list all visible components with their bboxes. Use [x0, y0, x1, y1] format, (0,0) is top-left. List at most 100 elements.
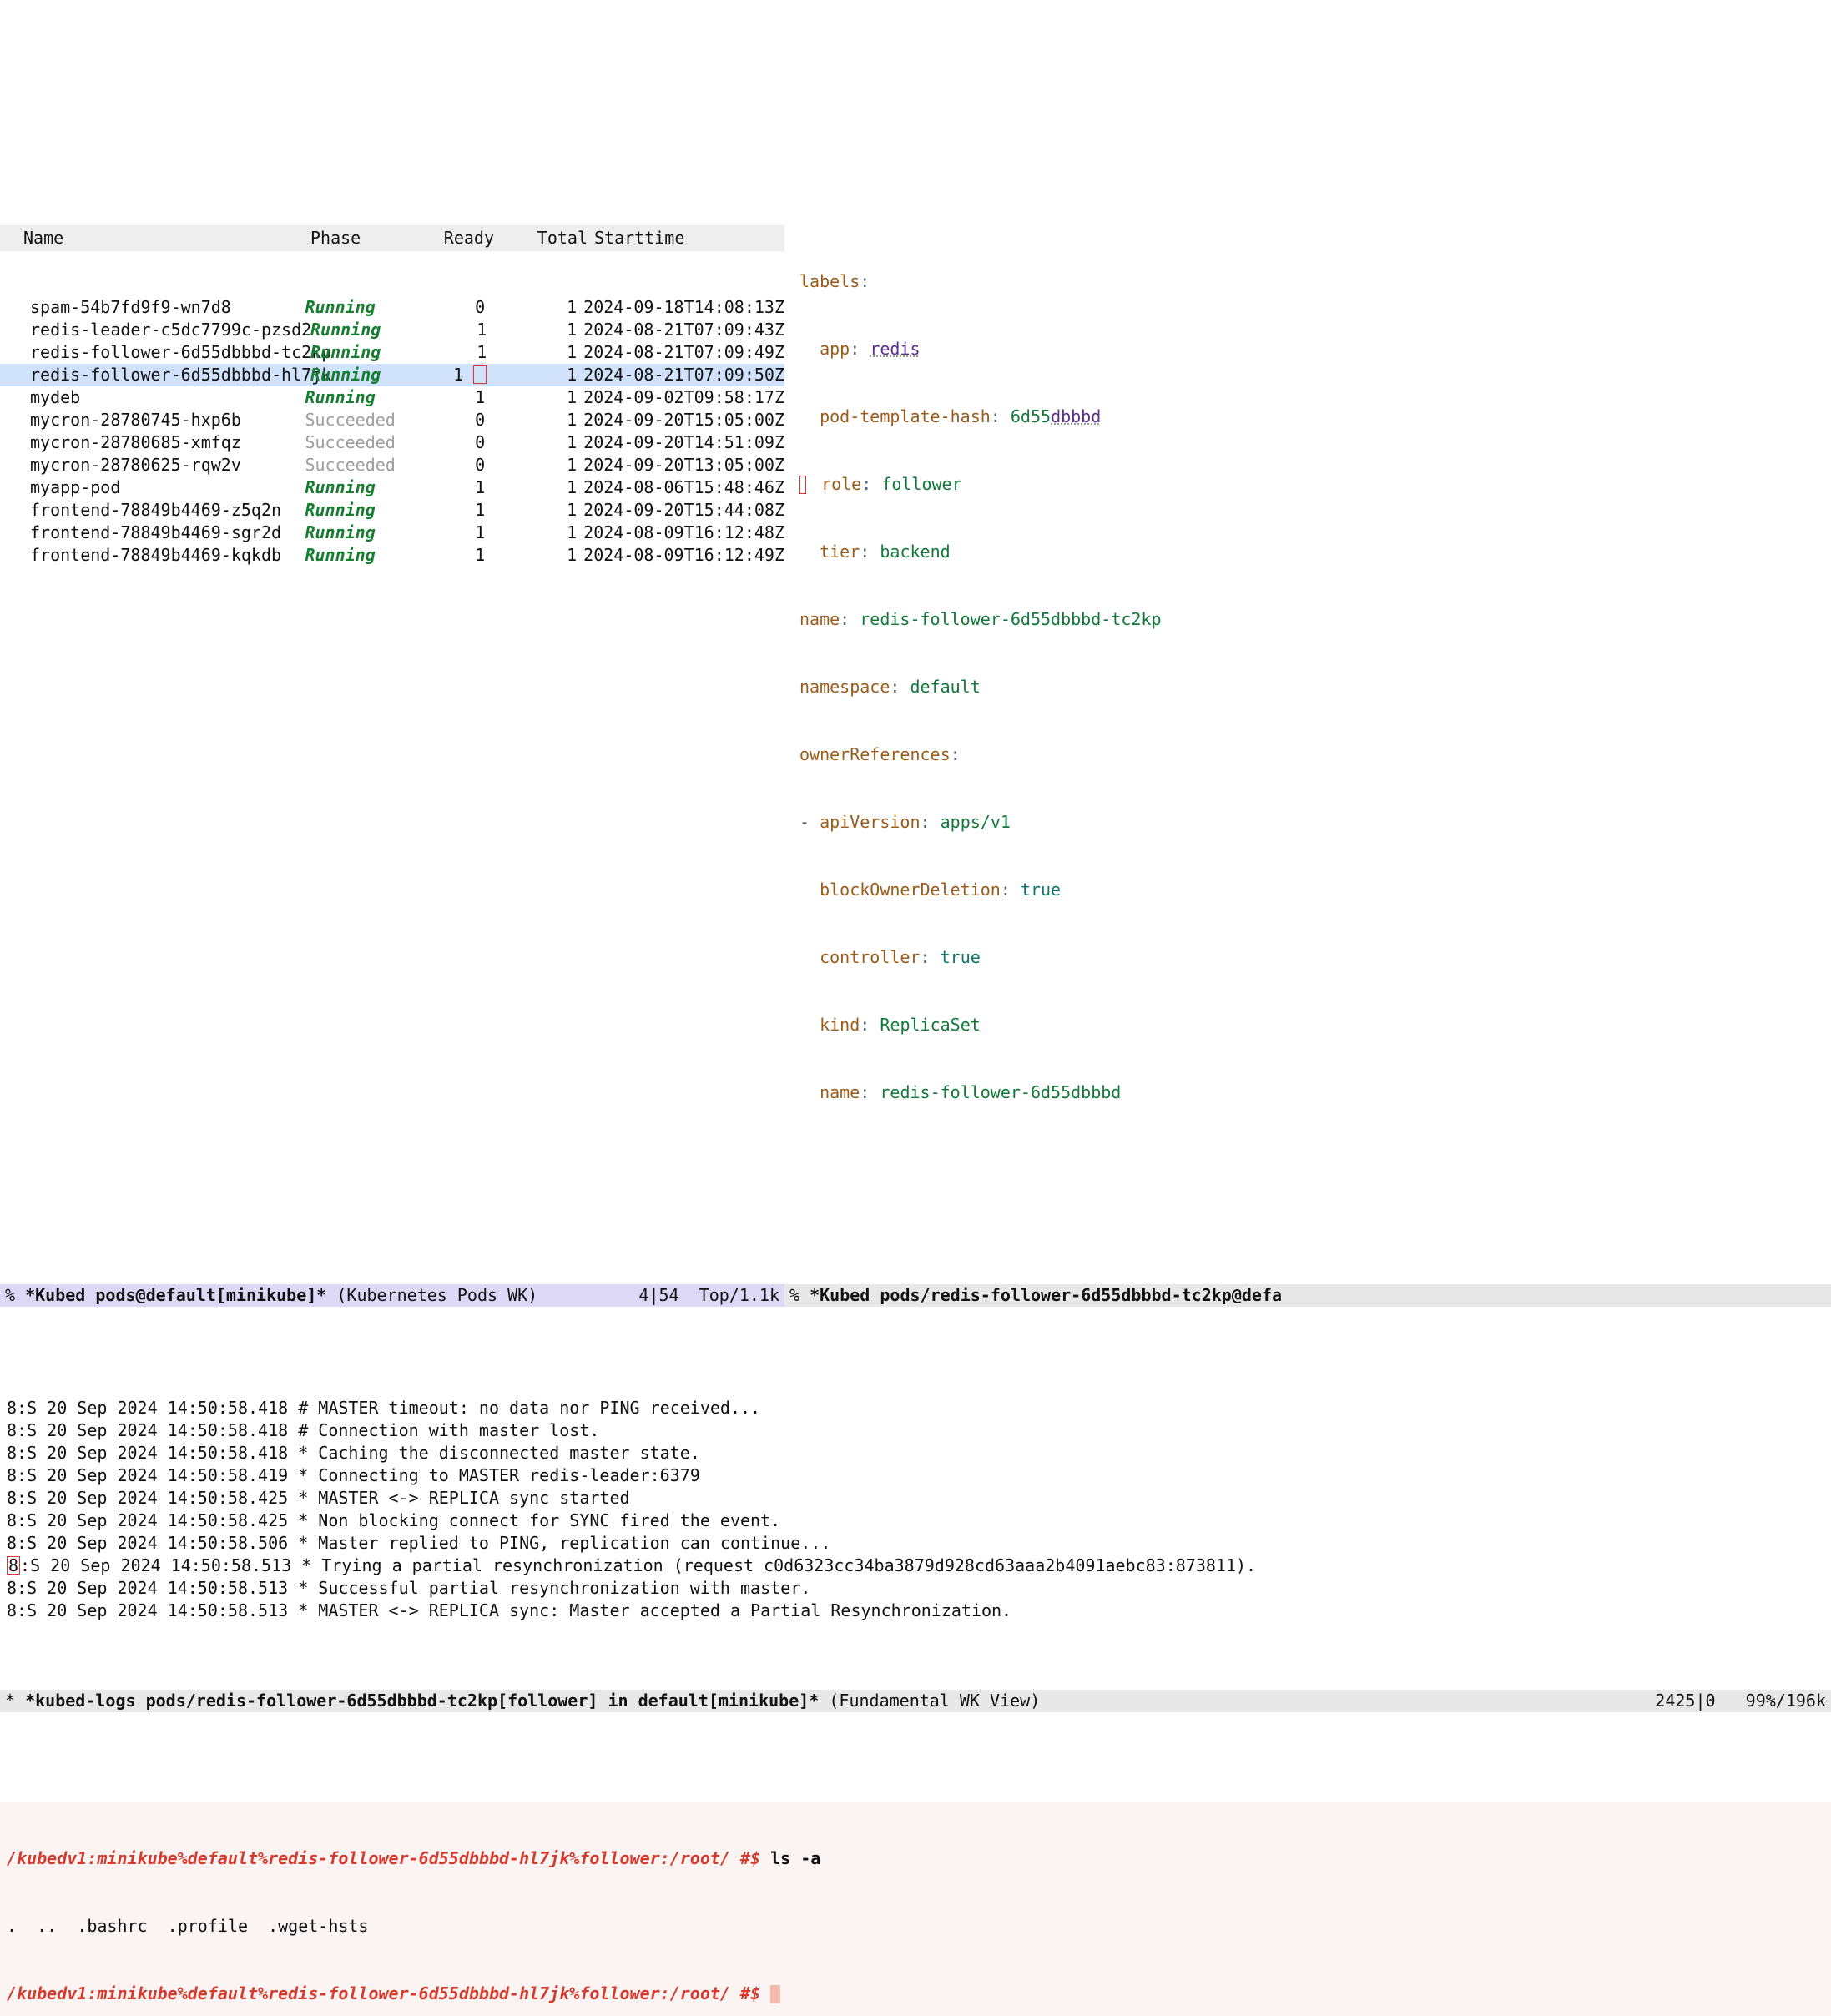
- modeline-pods-prefix: %: [5, 1285, 25, 1305]
- log-line: 8:S 20 Sep 2024 14:50:58.419 * Connectin…: [7, 1464, 1824, 1487]
- modeline-logs-right: 2425|0 99%/196k: [1655, 1690, 1826, 1712]
- pod-name: redis-leader-c5dc7799c-pzsd2: [0, 319, 310, 341]
- modeline-pods-right: 4|54 Top/1.1k: [638, 1284, 779, 1307]
- modeline-details-title: *Kubed pods/redis-follower-6d55dbbbd-tc2…: [810, 1285, 1282, 1305]
- pod-ready: 1: [420, 499, 493, 522]
- yaml-dash: -: [799, 812, 820, 832]
- yaml-tier-key: tier: [820, 542, 860, 562]
- shell-command: ls -a: [770, 1848, 820, 1868]
- pod-phase: Running: [305, 499, 419, 522]
- pod-ready: 1: [420, 386, 493, 409]
- pod-phase: Running: [305, 386, 419, 409]
- pod-name: mydeb: [0, 386, 305, 409]
- pod-name: frontend-78849b4469-sgr2d: [0, 522, 305, 544]
- pod-ready: 0: [420, 296, 493, 319]
- pod-total: 1: [495, 364, 583, 386]
- pod-name: redis-follower-6d55dbbbd-hl7jk: [0, 364, 310, 386]
- shell-prompt-1: /kubedv1:minikube%default%redis-follower…: [7, 1848, 770, 1868]
- pod-ready: 1: [422, 341, 495, 364]
- table-row[interactable]: frontend-78849b4469-sgr2dRunning112024-0…: [0, 522, 784, 544]
- pod-ready: 1: [420, 522, 493, 544]
- log-line: 8:S 20 Sep 2024 14:50:58.513 * Trying a …: [7, 1555, 1824, 1577]
- pod-ready: 1: [420, 544, 493, 567]
- yaml-app-val: redis: [870, 339, 920, 359]
- yaml-pth-key: pod-template-hash: [820, 406, 991, 426]
- header-total: Total: [502, 227, 594, 249]
- pod-ready: 1: [422, 364, 495, 386]
- details-pane: labels: app: redis pod-template-hash: 6d…: [784, 180, 1831, 1194]
- pod-phase: Succeeded: [305, 454, 419, 476]
- pod-phase: Running: [310, 341, 422, 364]
- yaml-bod-key: blockOwnerDeletion: [820, 879, 1001, 900]
- modeline-logs-paren: (Fundamental WK View): [829, 1691, 1040, 1711]
- table-row[interactable]: myapp-podRunning112024-08-06T15:48:46Z: [0, 476, 784, 499]
- modeline-pods-title: *Kubed pods@default[minikube]*: [25, 1285, 326, 1305]
- pod-phase: Running: [305, 522, 419, 544]
- pod-start: 2024-08-06T15:48:46Z: [583, 476, 784, 499]
- pod-ready: 0: [420, 454, 493, 476]
- modeline-pods-paren: (Kubernetes Pods WK): [336, 1285, 537, 1305]
- table-row[interactable]: frontend-78849b4469-z5q2nRunning112024-0…: [0, 499, 784, 522]
- yaml-role-val: follower: [881, 474, 961, 494]
- pod-start: 2024-09-02T09:58:17Z: [583, 386, 784, 409]
- pod-name: redis-follower-6d55dbbbd-tc2kp: [0, 341, 310, 364]
- table-row[interactable]: mycron-28780625-rqw2vSucceeded012024-09-…: [0, 454, 784, 476]
- yaml-pth-val: 6d55: [1011, 406, 1051, 426]
- modeline-details-prefix: %: [789, 1285, 810, 1305]
- pod-phase: Succeeded: [305, 431, 419, 454]
- pod-total: 1: [495, 341, 583, 364]
- pod-phase: Running: [305, 476, 419, 499]
- shell-pane[interactable]: /kubedv1:minikube%default%redis-follower…: [0, 1802, 1831, 2016]
- shell-output: . .. .bashrc .profile .wget-hsts: [7, 1915, 1824, 1938]
- pod-name: mycron-28780745-hxp6b: [0, 409, 305, 431]
- pod-total: 1: [495, 319, 583, 341]
- pod-ready: 0: [420, 409, 493, 431]
- pod-ready: 1: [420, 476, 493, 499]
- table-row[interactable]: frontend-78849b4469-kqkdbRunning112024-0…: [0, 544, 784, 567]
- yaml-name-key: name: [799, 609, 840, 629]
- pod-name: spam-54b7fd9f9-wn7d8: [0, 296, 305, 319]
- yaml-bod-val: true: [1021, 879, 1061, 900]
- logs-pane[interactable]: 8:S 20 Sep 2024 14:50:58.418 # MASTER ti…: [0, 1397, 1831, 1622]
- pod-phase: Running: [305, 296, 419, 319]
- yaml-ns-val: default: [910, 677, 980, 697]
- cursor-pods-pane: [473, 365, 487, 384]
- pod-total: 1: [493, 499, 583, 522]
- yaml-role-key: role: [821, 474, 861, 494]
- modeline-details: % *Kubed pods/redis-follower-6d55dbbbd-t…: [784, 1284, 1831, 1307]
- pod-start: 2024-09-20T15:44:08Z: [583, 499, 784, 522]
- table-row[interactable]: mycron-28780745-hxp6bSucceeded012024-09-…: [0, 409, 784, 431]
- pod-start: 2024-09-20T14:51:09Z: [583, 431, 784, 454]
- log-line: 8:S 20 Sep 2024 14:50:58.425 * MASTER <-…: [7, 1487, 1824, 1509]
- header-ready: Ready: [427, 227, 502, 249]
- pod-total: 1: [493, 544, 583, 567]
- header-start: Starttime: [594, 227, 784, 249]
- pod-name: myapp-pod: [0, 476, 305, 499]
- table-row[interactable]: mycron-28780685-xmfqzSucceeded012024-09-…: [0, 431, 784, 454]
- pod-phase: Running: [305, 544, 419, 567]
- pod-total: 1: [493, 386, 583, 409]
- pod-total: 1: [493, 409, 583, 431]
- table-row[interactable]: mydebRunning112024-09-02T09:58:17Z: [0, 386, 784, 409]
- yaml-kind-key: kind: [820, 1015, 860, 1035]
- yaml-labels-key: labels: [799, 271, 860, 291]
- modeline-logs: * *kubed-logs pods/redis-follower-6d55db…: [0, 1690, 1831, 1712]
- pod-phase: Running: [310, 364, 422, 386]
- pod-name: frontend-78849b4469-kqkdb: [0, 544, 305, 567]
- pod-total: 1: [493, 454, 583, 476]
- yaml-api-val: apps/v1: [941, 812, 1011, 832]
- pod-start: 2024-08-09T16:12:49Z: [583, 544, 784, 567]
- pod-name: mycron-28780685-xmfqz: [0, 431, 305, 454]
- pod-start: 2024-08-21T07:09:49Z: [583, 341, 784, 364]
- table-row[interactable]: redis-leader-c5dc7799c-pzsd2Running11202…: [0, 319, 784, 341]
- table-row[interactable]: redis-follower-6d55dbbbd-tc2kpRunning112…: [0, 341, 784, 364]
- pod-start: 2024-09-20T13:05:00Z: [583, 454, 784, 476]
- yaml-or-key: ownerReferences: [799, 744, 951, 764]
- log-line: 8:S 20 Sep 2024 14:50:58.513 * Successfu…: [7, 1577, 1824, 1600]
- table-row[interactable]: spam-54b7fd9f9-wn7d8Running012024-09-18T…: [0, 296, 784, 319]
- pod-start: 2024-09-18T14:08:13Z: [583, 296, 784, 319]
- table-header: Name Phase Ready Total Starttime: [0, 225, 784, 251]
- table-row[interactable]: redis-follower-6d55dbbbd-hl7jkRunning1 1…: [0, 364, 784, 386]
- pod-start: 2024-09-20T15:05:00Z: [583, 409, 784, 431]
- pod-total: 1: [493, 296, 583, 319]
